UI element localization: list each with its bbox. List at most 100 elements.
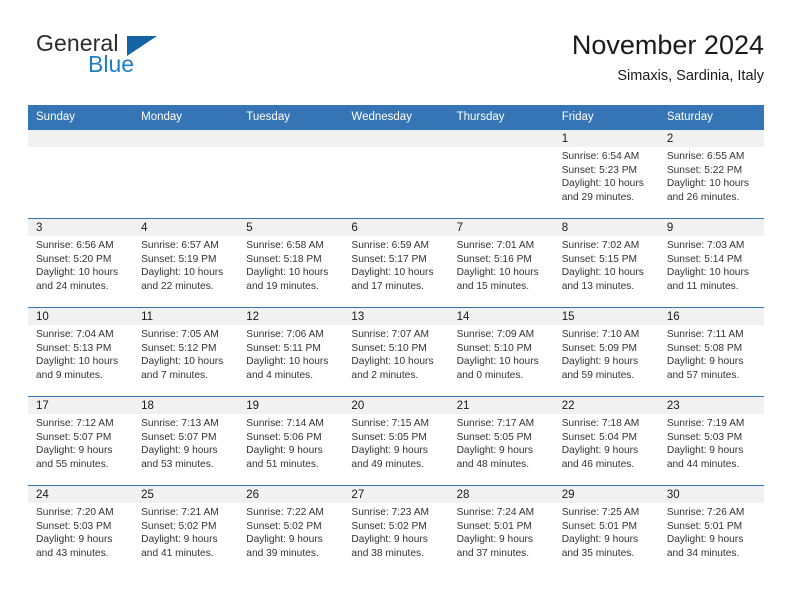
calendar-week-row: 24 Sunrise: 7:20 AM Sunset: 5:03 PM Dayligh… [28,485,764,574]
calendar-day-cell[interactable]: 5 Sunrise: 6:58 AM Sunset: 5:18 PM Daylight… [238,218,344,308]
day-cell-content: 24 Sunrise: 7:20 AM Sunset: 5:03 PM Dayligh… [28,486,134,574]
day-cell-content: 1 Sunrise: 6:54 AM Sunset: 5:23 PM Daylight… [553,130,659,218]
sunset-text: Sunset: 5:04 PM [561,431,638,443]
calendar-day-cell[interactable]: 22 Sunrise: 7:18 AM Sunset: 5:04 PM Dayligh… [553,396,659,486]
calendar-day-cell[interactable]: 9 Sunrise: 7:03 AM Sunset: 5:14 PM Daylight… [658,218,764,308]
calendar-day-cell[interactable] [343,130,449,219]
weekday-header-wednesday: Wednesday [343,105,449,130]
day-number: 23 [658,397,764,414]
day-cell-content: 21 Sunrise: 7:17 AM Sunset: 5:05 PM Dayligh… [448,397,554,485]
day-number: 16 [658,308,764,325]
calendar-day-cell[interactable]: 10 Sunrise: 7:04 AM Sunset: 5:13 PM Dayligh… [28,307,134,397]
calendar-day-cell[interactable]: 16 Sunrise: 7:11 AM Sunset: 5:08 PM Dayligh… [658,307,764,397]
calendar-day-cell[interactable]: 19 Sunrise: 7:14 AM Sunset: 5:06 PM Dayligh… [238,396,344,486]
calendar-day-cell[interactable]: 26 Sunrise: 7:22 AM Sunset: 5:02 PM Dayligh… [238,485,344,574]
calendar-day-cell[interactable]: 2 Sunrise: 6:55 AM Sunset: 5:22 PM Daylight… [658,130,764,219]
sunrise-text: Sunrise: 6:59 AM [351,240,430,251]
sunrise-text: Sunrise: 7:05 AM [141,329,219,340]
daylight-text-line1: Daylight: 10 hours [351,356,434,368]
sunrise-text: Sunrise: 7:15 AM [351,418,430,429]
daylight-text-line2: and 44 minutes. [666,458,740,470]
calendar-day-cell[interactable]: 15 Sunrise: 7:10 AM Sunset: 5:09 PM Dayligh… [553,307,659,397]
calendar-day-cell[interactable]: 12 Sunrise: 7:06 AM Sunset: 5:11 PM Dayligh… [238,307,344,397]
day-cell-content: 26 Sunrise: 7:22 AM Sunset: 5:02 PM Dayligh… [238,486,344,574]
day-cell-content: 16 Sunrise: 7:11 AM Sunset: 5:08 PM Dayligh… [658,308,764,396]
sunrise-text: Sunrise: 7:18 AM [561,418,640,429]
day-number [448,130,554,147]
daylight-text-line2: and 17 minutes. [351,280,424,292]
calendar-grid: Sunday Monday Tuesday Wednesday Thursday… [28,105,764,574]
daylight-text-line2: and 11 minutes. [666,280,739,292]
calendar-day-cell[interactable]: 8 Sunrise: 7:02 AM Sunset: 5:15 PM Daylight… [553,218,659,308]
calendar-day-cell[interactable]: 13 Sunrise: 7:07 AM Sunset: 5:10 PM Dayligh… [343,307,449,397]
calendar-day-cell[interactable] [238,130,344,219]
calendar-day-cell[interactable]: 27 Sunrise: 7:23 AM Sunset: 5:02 PM Dayligh… [343,485,449,574]
daylight-text-line2: and 38 minutes. [351,547,424,559]
day-sun-info: Sunrise: 6:59 AM Sunset: 5:17 PM Daylight:… [343,236,448,293]
calendar-day-cell[interactable]: 25 Sunrise: 7:21 AM Sunset: 5:02 PM Dayligh… [133,485,239,574]
day-sun-info: Sunrise: 7:24 AM Sunset: 5:01 PM Daylight:… [449,503,554,560]
calendar-day-cell[interactable]: 3 Sunrise: 6:56 AM Sunset: 5:20 PM Daylight… [28,218,134,308]
calendar-week-row: 3 Sunrise: 6:56 AM Sunset: 5:20 PM Daylight… [28,218,764,308]
sunrise-text: Sunrise: 6:56 AM [36,240,114,251]
daylight-text-line1: Daylight: 9 hours [561,534,639,546]
day-number: 28 [448,486,554,503]
calendar-day-cell[interactable] [133,130,239,219]
sunrise-text: Sunrise: 7:02 AM [561,240,640,251]
day-cell-content: 8 Sunrise: 7:02 AM Sunset: 5:15 PM Daylight… [553,219,659,307]
calendar-day-cell[interactable]: 18 Sunrise: 7:13 AM Sunset: 5:07 PM Dayligh… [133,396,239,486]
day-cell-content: 30 Sunrise: 7:26 AM Sunset: 5:01 PM Dayligh… [658,486,764,574]
sunset-text: Sunset: 5:19 PM [141,253,217,265]
daylight-text-line2: and 59 minutes. [561,369,635,381]
day-number: 11 [133,308,239,325]
sunrise-text: Sunrise: 6:58 AM [246,240,324,251]
calendar-day-cell[interactable]: 11 Sunrise: 7:05 AM Sunset: 5:12 PM Dayligh… [133,307,239,397]
daylight-text-line2: and 46 minutes. [561,458,635,470]
calendar-day-cell[interactable]: 4 Sunrise: 6:57 AM Sunset: 5:19 PM Daylight… [133,218,239,308]
calendar-day-cell[interactable]: 29 Sunrise: 7:25 AM Sunset: 5:01 PM Dayligh… [553,485,659,574]
sunrise-text: Sunrise: 7:24 AM [456,507,535,518]
day-sun-info: Sunrise: 6:55 AM Sunset: 5:22 PM Daylight:… [659,147,764,204]
calendar-day-cell[interactable]: 30 Sunrise: 7:26 AM Sunset: 5:01 PM Dayligh… [658,485,764,574]
sunset-text: Sunset: 5:14 PM [666,253,743,265]
day-cell-content [28,130,134,218]
daylight-text-line2: and 13 minutes. [561,280,635,292]
sunrise-text: Sunrise: 7:04 AM [36,329,114,340]
daylight-text-line1: Daylight: 9 hours [456,445,534,457]
calendar-day-cell[interactable]: 7 Sunrise: 7:01 AM Sunset: 5:16 PM Daylight… [448,218,554,308]
daylight-text-line2: and 2 minutes. [351,369,419,381]
sunset-text: Sunset: 5:18 PM [246,253,322,265]
daylight-text-line2: and 48 minutes. [456,458,530,470]
calendar-day-cell[interactable]: 21 Sunrise: 7:17 AM Sunset: 5:05 PM Dayligh… [448,396,554,486]
calendar-day-cell[interactable]: 17 Sunrise: 7:12 AM Sunset: 5:07 PM Dayligh… [28,396,134,486]
day-number: 19 [238,397,344,414]
sunset-text: Sunset: 5:10 PM [456,342,532,354]
daylight-text-line2: and 7 minutes. [141,369,208,381]
day-number: 10 [28,308,134,325]
brand-logo[interactable]: General Blue [28,28,248,88]
sunset-text: Sunset: 5:22 PM [666,164,743,176]
sunrise-text: Sunrise: 7:21 AM [141,507,219,518]
calendar-day-cell[interactable]: 6 Sunrise: 6:59 AM Sunset: 5:17 PM Daylight… [343,218,449,308]
daylight-text-line1: Daylight: 10 hours [456,267,539,279]
calendar-body: 1 Sunrise: 6:54 AM Sunset: 5:23 PM Daylight… [28,130,764,574]
calendar-day-cell[interactable]: 20 Sunrise: 7:15 AM Sunset: 5:05 PM Dayligh… [343,396,449,486]
calendar-day-cell[interactable]: 14 Sunrise: 7:09 AM Sunset: 5:10 PM Dayligh… [448,307,554,397]
title-block: November 2024 Simaxis, Sardinia, Italy [572,28,764,86]
calendar-day-cell[interactable]: 23 Sunrise: 7:19 AM Sunset: 5:03 PM Dayligh… [658,396,764,486]
page-title: November 2024 [571,30,764,60]
day-cell-content: 17 Sunrise: 7:12 AM Sunset: 5:07 PM Dayligh… [28,397,134,485]
calendar-day-cell[interactable] [448,130,554,219]
calendar-day-cell[interactable]: 28 Sunrise: 7:24 AM Sunset: 5:01 PM Dayligh… [448,485,554,574]
day-cell-content: 2 Sunrise: 6:55 AM Sunset: 5:22 PM Daylight… [658,130,764,218]
calendar-day-cell[interactable]: 1 Sunrise: 6:54 AM Sunset: 5:23 PM Daylight… [553,130,659,219]
day-sun-info: Sunrise: 7:20 AM Sunset: 5:03 PM Daylight:… [28,503,133,560]
day-sun-info: Sunrise: 7:05 AM Sunset: 5:12 PM Daylight:… [133,325,238,382]
calendar-day-cell[interactable] [28,130,134,219]
day-sun-info: Sunrise: 7:25 AM Sunset: 5:01 PM Daylight:… [554,503,659,560]
daylight-text-line1: Daylight: 10 hours [36,267,119,279]
day-number [238,130,344,147]
calendar-day-cell[interactable]: 24 Sunrise: 7:20 AM Sunset: 5:03 PM Dayligh… [28,485,134,574]
day-sun-info: Sunrise: 7:15 AM Sunset: 5:05 PM Daylight:… [343,414,448,471]
day-number: 27 [343,486,449,503]
